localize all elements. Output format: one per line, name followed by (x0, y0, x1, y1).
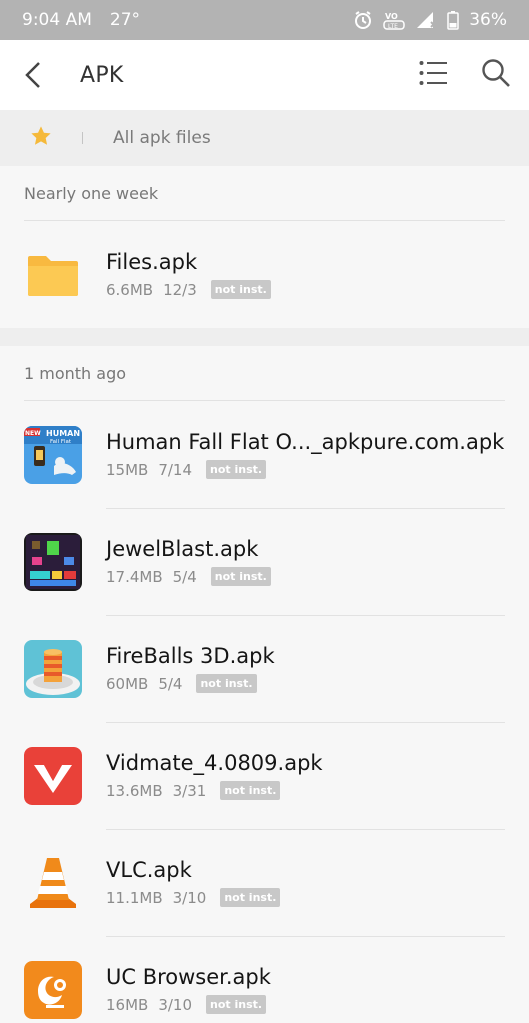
list-view-button[interactable] (419, 60, 447, 90)
folder-icon (24, 246, 82, 304)
chevron-left-icon (25, 62, 40, 88)
file-meta: 13.6MB 3/31 not inst. (106, 781, 323, 800)
item-info: Human Fall Flat O..._apkpure.com.apk 15M… (106, 430, 504, 479)
file-date: 5/4 (172, 567, 197, 586)
search-button[interactable] (481, 58, 511, 92)
file-name: Human Fall Flat O..._apkpure.com.apk (106, 430, 505, 454)
volte-icon: VO LTE (383, 10, 405, 30)
list-item[interactable]: VLC.apk 11.1MB 3/10 not inst. (0, 829, 529, 936)
file-name: FireBalls 3D.apk (106, 644, 275, 668)
battery-icon (447, 10, 459, 30)
section-nearly-one-week: Nearly one week Files.apk 6.6MB 12/3 not… (0, 166, 529, 328)
battery-percent: 36% (469, 10, 507, 30)
item-info: UC Browser.apk 16MB 3/10 not inst. (106, 965, 271, 1014)
alarm-icon (353, 10, 373, 30)
file-date: 3/10 (158, 995, 193, 1014)
file-meta: 15MB 7/14 not inst. (106, 460, 504, 479)
section-one-month-ago: 1 month ago NEW HUMAN Fall Flat Human Fa… (0, 346, 529, 1023)
back-button[interactable] (18, 60, 48, 90)
favorites-button[interactable] (30, 125, 52, 151)
section-header: 1 month ago (24, 363, 127, 383)
file-size: 17.4MB (106, 567, 163, 586)
list-item[interactable]: Files.apk 6.6MB 12/3 not inst. (0, 221, 529, 328)
icon-subtitle-text: Fall Flat (50, 439, 72, 445)
file-meta: 16MB 3/10 not inst. (106, 995, 271, 1014)
svg-text:LTE: LTE (388, 23, 398, 30)
status-temperature: 27° (109, 10, 141, 30)
filter-divider (82, 132, 83, 144)
file-meta: 17.4MB 5/4 not inst. (106, 567, 271, 586)
icon-badge-text: NEW (25, 430, 41, 437)
list-view-icon (419, 61, 447, 85)
icon-title-text: HUMAN (46, 429, 80, 438)
filter-bar: All apk files (0, 110, 529, 166)
fireballs-app-icon (24, 639, 82, 698)
section-header: Nearly one week (24, 183, 159, 203)
file-date: 7/14 (158, 460, 193, 479)
section-gap (0, 328, 529, 346)
file-meta: 11.1MB 3/10 not inst. (106, 888, 281, 907)
file-name: UC Browser.apk (106, 965, 271, 989)
page-title: APK (80, 62, 124, 88)
item-info: FireBalls 3D.apk 60MB 5/4 not inst. (106, 644, 275, 693)
status-time: 9:04 AM (22, 10, 92, 30)
jewel-blast-app-icon (24, 532, 82, 591)
uc-browser-app-icon (24, 960, 82, 1019)
file-date: 3/10 (172, 888, 207, 907)
filter-label[interactable]: All apk files (113, 128, 211, 148)
file-size: 6.6MB (106, 280, 154, 299)
file-name: Files.apk (106, 250, 198, 274)
list-item[interactable]: NEW HUMAN Fall Flat Human Fall Flat O...… (0, 401, 529, 508)
file-size: 11.1MB (106, 888, 163, 907)
file-name: JewelBlast.apk (106, 537, 259, 561)
app-bar-actions (419, 58, 511, 92)
list-item[interactable]: Vidmate_4.0809.apk 13.6MB 3/31 not inst. (0, 722, 529, 829)
status-badge: not inst. (206, 995, 267, 1014)
app-bar: APK (0, 40, 529, 110)
list-item[interactable]: FireBalls 3D.apk 60MB 5/4 not inst. (0, 615, 529, 722)
search-icon (482, 59, 510, 87)
signal-icon (415, 11, 437, 29)
status-badge: not inst. (220, 781, 281, 800)
item-info: JewelBlast.apk 17.4MB 5/4 not inst. (106, 537, 271, 586)
status-badge: not inst. (196, 674, 257, 693)
file-size: 13.6MB (106, 781, 163, 800)
vlc-app-icon (24, 854, 82, 912)
star-icon (31, 126, 51, 145)
item-info: VLC.apk 11.1MB 3/10 not inst. (106, 858, 281, 907)
list-item[interactable]: JewelBlast.apk 17.4MB 5/4 not inst. (0, 508, 529, 615)
svg-text:VO: VO (385, 12, 398, 21)
file-meta: 6.6MB 12/3 not inst. (106, 280, 271, 299)
status-badge: not inst. (220, 888, 281, 907)
file-size: 60MB (106, 674, 149, 693)
status-icons: VO LTE 36% (353, 10, 507, 30)
list-item[interactable]: UC Browser.apk 16MB 3/10 not inst. (0, 936, 529, 1023)
file-size: 15MB (106, 460, 149, 479)
file-date: 3/31 (172, 781, 207, 800)
file-date: 5/4 (158, 674, 183, 693)
status-badge: not inst. (210, 567, 271, 586)
status-badge: not inst. (206, 460, 267, 479)
file-size: 16MB (106, 995, 149, 1014)
file-meta: 60MB 5/4 not inst. (106, 674, 275, 693)
file-name: Vidmate_4.0809.apk (106, 751, 323, 775)
item-info: Files.apk 6.6MB 12/3 not inst. (106, 250, 271, 299)
vidmate-app-icon (24, 746, 82, 805)
status-bar: 9:04 AM 27° VO LTE 36% (0, 0, 529, 40)
human-fall-flat-app-icon: NEW HUMAN Fall Flat (24, 425, 82, 484)
status-badge: not inst. (210, 280, 271, 299)
file-name: VLC.apk (106, 858, 192, 882)
item-info: Vidmate_4.0809.apk 13.6MB 3/31 not inst. (106, 751, 323, 800)
file-date: 12/3 (163, 280, 197, 299)
